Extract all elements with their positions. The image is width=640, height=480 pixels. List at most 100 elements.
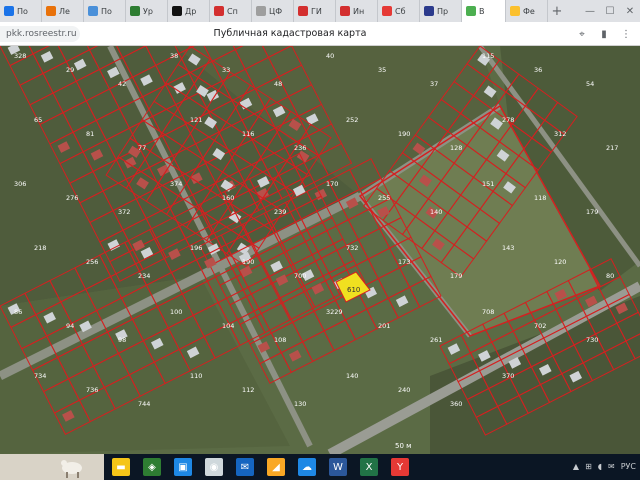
tab-label: Сб <box>395 6 406 16</box>
word-icon[interactable]: W <box>329 458 347 476</box>
parcel-number-label: 115 <box>482 52 494 60</box>
tray-item[interactable]: ▲ <box>573 462 579 471</box>
parcel-number-label: 278 <box>502 116 514 124</box>
new-tab-button[interactable]: + <box>548 0 566 22</box>
map-canvas[interactable]: 328 29 42 38 33 48 40 35 37 115 36 54 65 81 77 121 116 23… <box>0 46 640 454</box>
tab-favicon-icon <box>256 6 266 16</box>
bookmark-icon[interactable]: ▮ <box>596 26 612 42</box>
parcel-number-label: 110 <box>190 372 202 380</box>
parcel-number-label: 104 <box>222 322 234 330</box>
parcel-number-label: 160 <box>222 194 234 202</box>
tab-4[interactable]: Др <box>168 0 210 22</box>
parcel-number-label: 312 <box>554 130 566 138</box>
parcel-number-label: 306 <box>14 180 26 188</box>
parcel-number-label: 81 <box>86 130 94 138</box>
parcel-number-label: 65 <box>34 116 42 124</box>
tab-label: Др <box>185 6 197 16</box>
tab-8[interactable]: Ин <box>336 0 378 22</box>
tab-7[interactable]: ГИ <box>294 0 336 22</box>
parcel-number-label: 736 <box>86 386 98 394</box>
parcel-number-label: 201 <box>378 322 390 330</box>
parcel-number-label: 239 <box>274 208 286 216</box>
tab-11[interactable]: В <box>462 0 506 22</box>
parcel-number-label: 708 <box>482 308 494 316</box>
parcel-number-label: 121 <box>190 116 202 124</box>
minimize-button[interactable]: — <box>580 0 600 22</box>
tab-5[interactable]: Сп <box>210 0 252 22</box>
camera-icon[interactable]: ◉ <box>205 458 223 476</box>
tray-item[interactable]: ◖ <box>598 462 602 471</box>
paint-icon[interactable]: ◢ <box>267 458 285 476</box>
parcel-number-label: 218 <box>34 244 46 252</box>
parcel-number-label: 3229 <box>326 308 343 316</box>
excel-icon[interactable]: X <box>360 458 378 476</box>
tab-label: В <box>479 6 485 16</box>
tab-3[interactable]: Ур <box>126 0 168 22</box>
tab-12[interactable]: Фе <box>506 0 548 22</box>
screen: По Ле По Ур Др Сп ЦФ ГИ Ин Сб Пр В Фе + — ☐ ✕ pkk.rosree… <box>0 0 640 480</box>
tray-item[interactable]: РУС <box>621 462 636 471</box>
system-tray: ▲ ⊞ ◖ ✉ РУС <box>573 462 636 471</box>
parcel-number-label: 112 <box>242 386 254 394</box>
parcel-number-label: 252 <box>346 116 358 124</box>
parcel-number-label: 108 <box>274 336 286 344</box>
menu-icon[interactable]: ⋮ <box>618 26 634 42</box>
goat-thumbnail-image <box>0 454 104 480</box>
parcel-number-label: 33 <box>222 66 230 74</box>
parcel-number-label: 170 <box>326 180 338 188</box>
parcel-number-label: 255 <box>378 194 390 202</box>
parcel-number-label: 173 <box>398 258 410 266</box>
parcel-number-label: 702 <box>534 322 546 330</box>
tab-favicon-icon <box>4 6 14 16</box>
cloud-icon[interactable]: ☁ <box>298 458 316 476</box>
parcel-number-label: 98 <box>118 336 126 344</box>
cadastral-map[interactable]: 328 29 42 38 33 48 40 35 37 115 36 54 65 81 77 121 116 23… <box>0 46 640 454</box>
tab-6[interactable]: ЦФ <box>252 0 294 22</box>
location-icon[interactable]: ⌖ <box>574 26 590 42</box>
tab-0[interactable]: По <box>0 0 42 22</box>
mail-icon[interactable]: ✉ <box>236 458 254 476</box>
parcel-number-label: 240 <box>398 386 410 394</box>
selected-parcel-label: 610 <box>347 286 360 294</box>
url-field[interactable]: pkk.rosreestr.ru <box>0 26 80 42</box>
parcel-number-label: 128 <box>450 144 462 152</box>
parcel-number-label: 100 <box>170 308 182 316</box>
photos-icon[interactable]: ▣ <box>174 458 192 476</box>
parcel-number-label: 370 <box>502 372 514 380</box>
tab-label: Фе <box>523 6 535 16</box>
file-explorer-icon[interactable]: ▬ <box>112 458 130 476</box>
tab-1[interactable]: Ле <box>42 0 84 22</box>
parcel-number-label: 116 <box>242 130 254 138</box>
tab-2[interactable]: По <box>84 0 126 22</box>
tab-strip: По Ле По Ур Др Сп ЦФ ГИ Ин Сб Пр В Фе + — ☐ ✕ <box>0 0 640 22</box>
parcel-number-label: 190 <box>398 130 410 138</box>
desktop-thumbnail <box>0 454 104 480</box>
scale-label: 50 м <box>395 442 411 450</box>
parcel-number-label: 140 <box>430 208 442 216</box>
parcel-number-label: 372 <box>118 208 130 216</box>
store-icon[interactable]: ◈ <box>143 458 161 476</box>
tab-9[interactable]: Сб <box>378 0 420 22</box>
close-button[interactable]: ✕ <box>620 0 640 22</box>
parcel-number-label: 140 <box>346 372 358 380</box>
parcel-number-label: 234 <box>138 272 150 280</box>
tray-item[interactable]: ⊞ <box>585 462 592 471</box>
tab-label: По <box>17 6 28 16</box>
parcel-number-label: 120 <box>554 258 566 266</box>
page-title: Публичная кадастровая карта <box>213 28 367 39</box>
tab-favicon-icon <box>424 6 434 16</box>
tab-label: Ле <box>59 6 70 16</box>
tab-10[interactable]: Пр <box>420 0 462 22</box>
parcel-number-label: 40 <box>326 52 334 60</box>
tab-favicon-icon <box>466 6 476 16</box>
yandex-browser-icon[interactable]: Y <box>391 458 409 476</box>
maximize-button[interactable]: ☐ <box>600 0 620 22</box>
parcel-number-label: 196 <box>190 244 202 252</box>
tab-label: По <box>101 6 112 16</box>
tab-label: ГИ <box>311 6 322 16</box>
tray-item[interactable]: ✉ <box>608 462 615 471</box>
parcel-number-label: 700 <box>294 272 306 280</box>
window-controls: — ☐ ✕ <box>580 0 640 22</box>
parcel-number-label: 151 <box>482 180 494 188</box>
parcel-number-label: 80 <box>606 272 614 280</box>
